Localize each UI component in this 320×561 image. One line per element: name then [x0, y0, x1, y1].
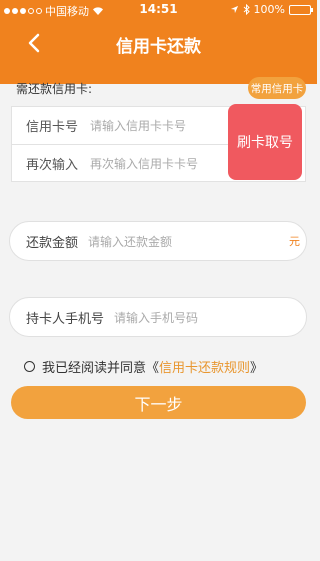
reenter-label: 再次输入 [26, 158, 79, 173]
swipe-card-button[interactable]: 刷卡取号 [228, 104, 302, 180]
location-icon [230, 5, 238, 14]
status-bar: 中国移动 14:51 100% [0, 0, 317, 20]
status-right: 100% [230, 3, 313, 16]
agree-radio[interactable] [24, 361, 35, 372]
battery-icon [289, 4, 313, 15]
amount-input[interactable]: 请输入还款金额 [78, 233, 172, 250]
reenter-row[interactable]: 再次输入 再次输入信用卡卡号 [12, 145, 232, 182]
phone-label: 持卡人手机号 [26, 311, 105, 327]
header-bar: 中国移动 14:51 100% 信用卡还款 [0, 0, 317, 84]
card-section-label: 需还款信用卡: [16, 82, 93, 96]
phone-field[interactable]: 持卡人手机号 请输入手机号码 [9, 297, 307, 337]
amount-unit: 元 [289, 235, 300, 248]
phone-input[interactable]: 请输入手机号码 [104, 309, 198, 326]
amount-label: 还款金额 [26, 235, 79, 251]
card-number-input[interactable]: 请输入信用卡卡号 [90, 117, 186, 134]
amount-field[interactable]: 还款金额 请输入还款金额 元 [9, 221, 307, 261]
agreement-row: 我已经阅读并同意《 信用卡还款规则 》 [24, 357, 263, 376]
page-title: 信用卡还款 [116, 37, 201, 57]
next-button[interactable]: 下一步 [11, 386, 306, 419]
rules-link[interactable]: 信用卡还款规则 [159, 357, 250, 376]
agreement-text: 我已经阅读并同意《 [42, 361, 160, 376]
common-card-button[interactable]: 常用信用卡 [248, 77, 306, 99]
reenter-input[interactable]: 再次输入信用卡卡号 [90, 155, 198, 172]
bluetooth-icon [243, 4, 250, 15]
agreement-close: 》 [250, 361, 264, 376]
card-number-row[interactable]: 信用卡号 请输入信用卡卡号 [12, 107, 232, 144]
battery-percent: 100% [253, 3, 285, 16]
card-number-label: 信用卡号 [26, 120, 79, 135]
